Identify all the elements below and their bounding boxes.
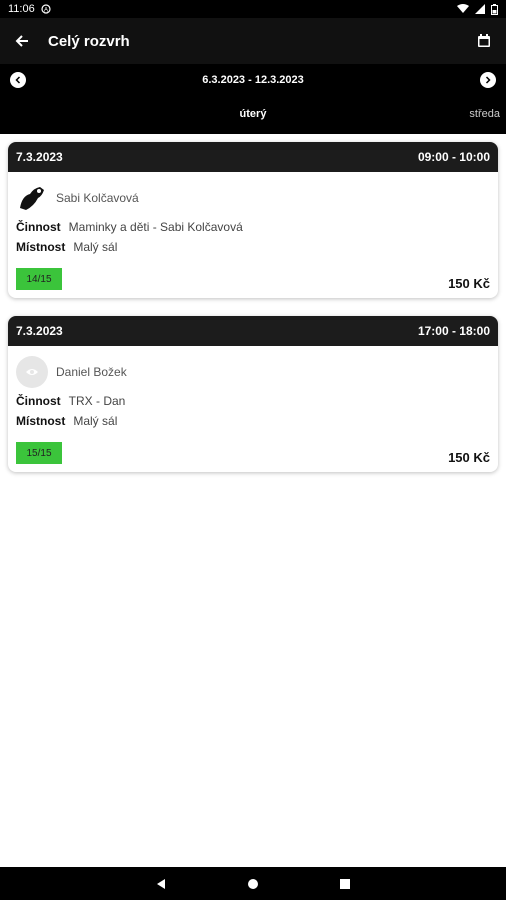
calendar-icon[interactable] <box>476 33 492 49</box>
notification-icon: A <box>41 4 51 14</box>
lesson-card[interactable]: 7.3.2023 17:00 - 18:00 Daniel Božek Činn… <box>8 316 498 472</box>
lesson-time: 17:00 - 18:00 <box>417 324 490 338</box>
status-time: 11:06 <box>8 3 35 15</box>
next-week-button[interactable] <box>480 72 496 88</box>
room-value: Malý sál <box>73 240 118 254</box>
activity-label: Činnost <box>16 394 61 408</box>
room-row: Místnost Malý sál <box>16 240 490 254</box>
back-arrow-icon[interactable] <box>14 33 30 49</box>
battery-icon <box>491 3 498 15</box>
signal-icon <box>475 4 485 14</box>
avatar <box>16 356 48 388</box>
lesson-list: 7.3.2023 09:00 - 10:00 Sabi Kolčavová Či… <box>0 134 506 867</box>
lesson-date: 7.3.2023 <box>16 324 63 338</box>
trainer-name: Sabi Kolčavová <box>56 191 139 205</box>
lesson-date: 7.3.2023 <box>16 150 63 164</box>
trainer-name: Daniel Božek <box>56 365 127 379</box>
activity-value: TRX - Dan <box>68 394 126 408</box>
status-bar: 11:06 A <box>0 0 506 18</box>
trainer: Sabi Kolčavová <box>16 182 490 214</box>
room-label: Místnost <box>16 240 66 254</box>
app-bar: Celý rozvrh <box>0 18 506 64</box>
capacity-badge: 14/15 <box>16 268 62 290</box>
day-tabs: úterý středa <box>0 96 506 134</box>
wifi-icon <box>457 4 469 13</box>
activity-row: Činnost Maminky a děti - Sabi Kolčavová <box>16 220 490 234</box>
lesson-header: 7.3.2023 17:00 - 18:00 <box>8 316 498 346</box>
svg-text:A: A <box>44 8 48 14</box>
tab-active-day[interactable]: úterý <box>0 108 506 120</box>
capacity-badge: 15/15 <box>16 442 62 464</box>
activity-row: Činnost TRX - Dan <box>16 394 490 408</box>
lesson-time: 09:00 - 10:00 <box>417 150 490 164</box>
activity-label: Činnost <box>16 220 61 234</box>
trainer: Daniel Božek <box>16 356 490 388</box>
previous-week-button[interactable] <box>10 72 26 88</box>
price: 150 Kč <box>448 276 490 291</box>
tab-next-day[interactable]: středa <box>469 108 500 120</box>
price: 150 Kč <box>448 450 490 465</box>
lesson-card[interactable]: 7.3.2023 09:00 - 10:00 Sabi Kolčavová Či… <box>8 142 498 298</box>
system-nav-bar <box>0 867 506 900</box>
chevron-right-icon <box>485 76 491 84</box>
trainer-photo-icon <box>20 187 44 210</box>
recents-square-icon[interactable] <box>339 878 351 890</box>
lesson-header: 7.3.2023 09:00 - 10:00 <box>8 142 498 172</box>
room-label: Místnost <box>16 414 66 428</box>
week-selector: 6.3.2023 - 12.3.2023 <box>0 64 506 96</box>
activity-value: Maminky a děti - Sabi Kolčavová <box>68 220 243 234</box>
avatar <box>16 182 48 214</box>
eye-icon <box>26 369 38 375</box>
home-circle-icon[interactable] <box>247 878 259 890</box>
room-row: Místnost Malý sál <box>16 414 490 428</box>
page-title: Celý rozvrh <box>48 32 130 50</box>
room-value: Malý sál <box>73 414 118 428</box>
chevron-left-icon <box>15 76 21 84</box>
week-range: 6.3.2023 - 12.3.2023 <box>202 74 304 86</box>
back-triangle-icon[interactable] <box>155 878 167 890</box>
